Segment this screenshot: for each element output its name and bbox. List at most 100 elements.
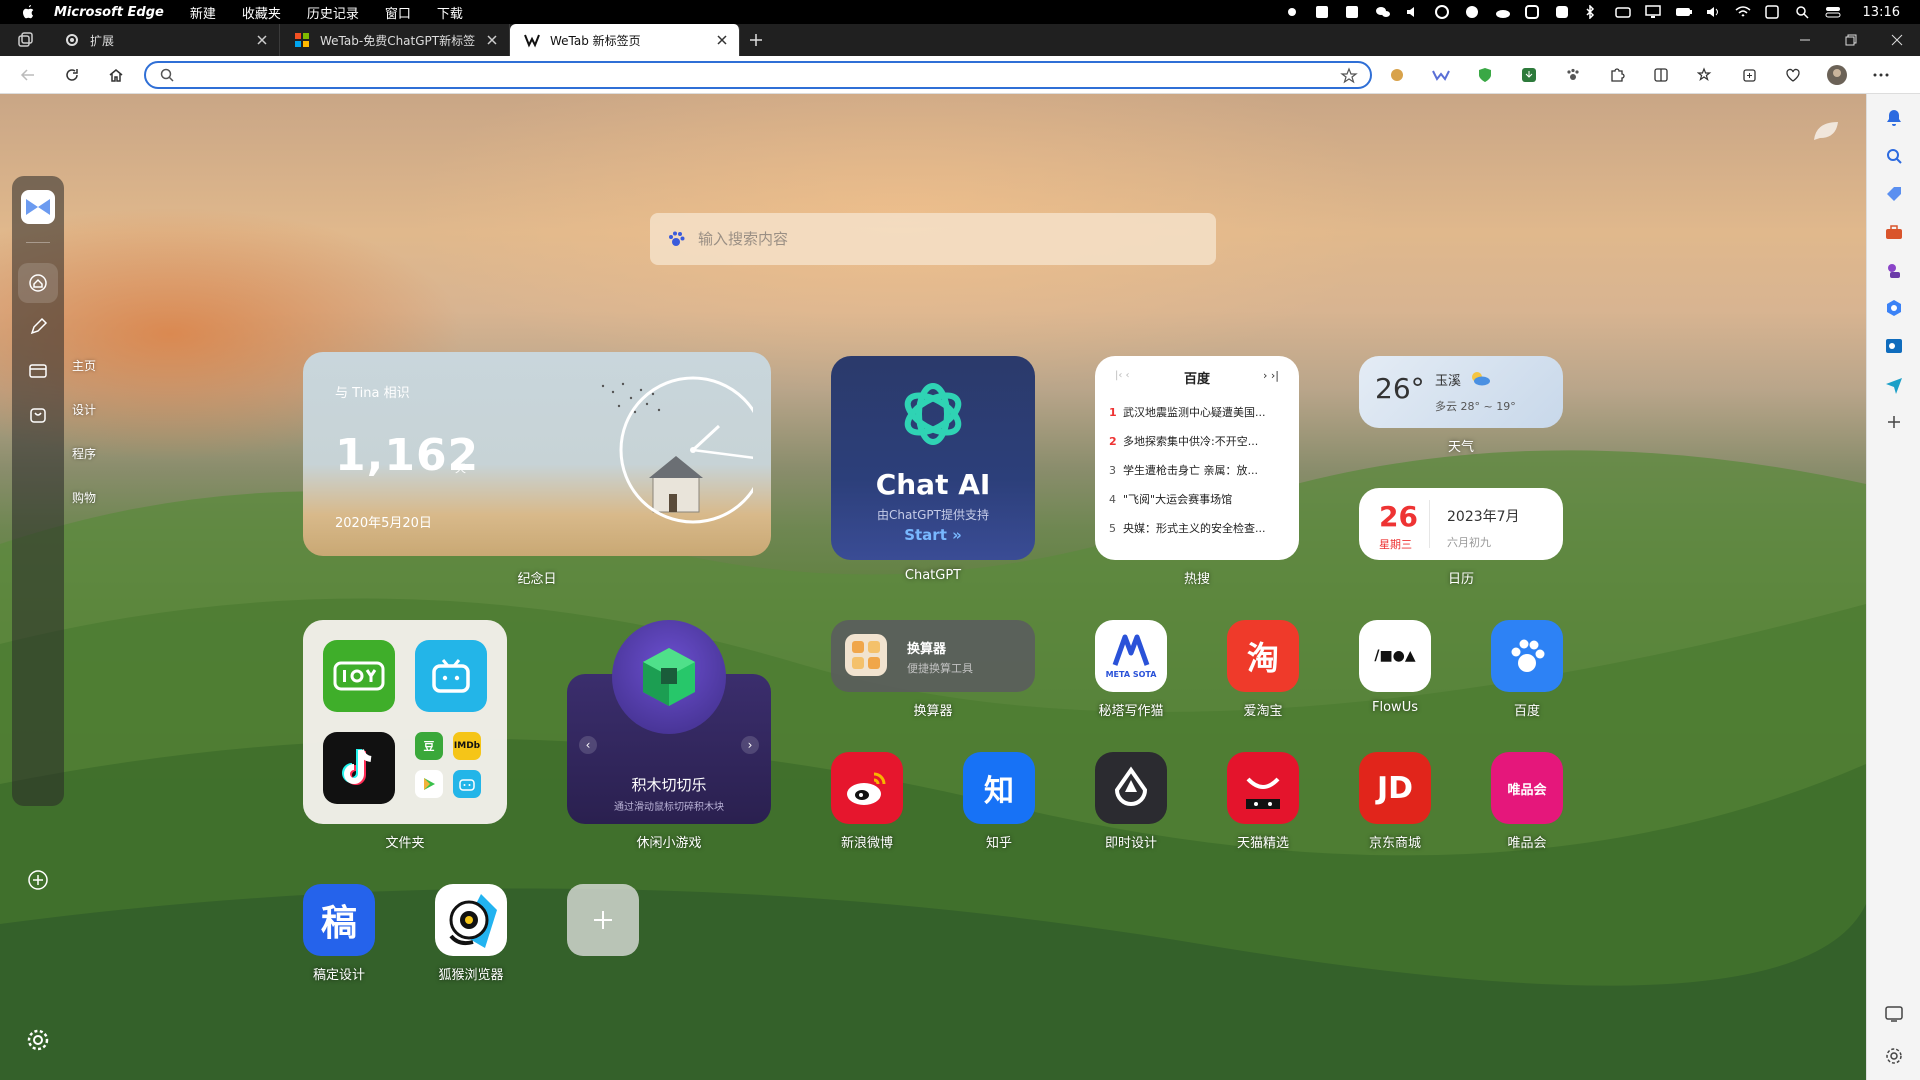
cookie-extension-icon[interactable] bbox=[1386, 64, 1408, 86]
spotlight-icon[interactable] bbox=[1795, 5, 1811, 19]
wallpaper-switch-icon[interactable] bbox=[1812, 120, 1840, 142]
close-window-button[interactable] bbox=[1874, 24, 1920, 56]
settings-gear-icon[interactable] bbox=[26, 1028, 50, 1052]
sidebar-item-home[interactable] bbox=[18, 263, 58, 303]
sidebar-label-code[interactable]: 程序 bbox=[72, 444, 96, 488]
close-icon[interactable] bbox=[485, 33, 499, 47]
volume-icon[interactable] bbox=[1705, 5, 1721, 19]
download-extension-icon[interactable] bbox=[1518, 64, 1540, 86]
shield-extension-icon[interactable] bbox=[1474, 64, 1496, 86]
restore-button[interactable] bbox=[1828, 24, 1874, 56]
add-app-button[interactable] bbox=[567, 884, 639, 956]
tab-extensions[interactable]: 扩展 bbox=[50, 24, 280, 56]
chatgpt-widget[interactable]: Chat AI 由ChatGPT提供支持 Start » bbox=[831, 356, 1035, 560]
favorites-icon[interactable] bbox=[1694, 64, 1716, 86]
douban-icon[interactable]: 豆 bbox=[415, 732, 443, 760]
folder-widget[interactable]: 豆 IMDb bbox=[303, 620, 507, 824]
tiktok-icon[interactable] bbox=[323, 732, 395, 804]
new-tab-button[interactable] bbox=[740, 24, 772, 56]
list-item[interactable]: 4 "飞阅"大运会赛事场馆 bbox=[1109, 493, 1289, 522]
clock[interactable]: 13:16 bbox=[1863, 5, 1900, 20]
status-app-icon[interactable] bbox=[1614, 5, 1631, 19]
record-icon[interactable] bbox=[1285, 5, 1301, 19]
address-bar[interactable] bbox=[144, 61, 1372, 89]
metasota-app-icon[interactable]: META SOTA bbox=[1095, 620, 1167, 692]
tab-wetab-newtab[interactable]: WeTab 新标签页 bbox=[510, 24, 740, 56]
weather-widget[interactable]: 26° 玉溪 多云 28° ~ 19° bbox=[1359, 356, 1563, 428]
menu-history[interactable]: 历史记录 bbox=[307, 3, 359, 22]
profile-avatar[interactable] bbox=[1826, 64, 1848, 86]
jishi-design-app-icon[interactable] bbox=[1095, 752, 1167, 824]
sidebar-label-shopping[interactable]: 购物 bbox=[72, 488, 96, 532]
menu-downloads[interactable]: 下载 bbox=[437, 3, 463, 22]
iqiyi-icon[interactable] bbox=[323, 640, 395, 712]
cloud-icon[interactable] bbox=[1495, 5, 1511, 19]
status-app-icon[interactable] bbox=[1345, 5, 1361, 19]
baidu-paw-icon[interactable] bbox=[666, 229, 686, 249]
vip-app-icon[interactable]: 唯品会 bbox=[1491, 752, 1563, 824]
minimize-button[interactable] bbox=[1782, 24, 1828, 56]
health-icon[interactable] bbox=[1782, 64, 1804, 86]
menu-window[interactable]: 窗口 bbox=[385, 3, 411, 22]
wetab-extension-icon[interactable] bbox=[1430, 64, 1452, 86]
baidu-app-icon[interactable] bbox=[1491, 620, 1563, 692]
outlook-icon[interactable] bbox=[1884, 336, 1904, 356]
more-menu-icon[interactable] bbox=[1870, 64, 1892, 86]
status-app-icon[interactable] bbox=[1524, 5, 1541, 19]
volume-icon[interactable] bbox=[1405, 5, 1421, 19]
favorite-star-icon[interactable] bbox=[1340, 67, 1358, 85]
calendar-widget[interactable]: 26 星期三 2023年7月 六月初九 bbox=[1359, 488, 1563, 560]
back-button[interactable] bbox=[10, 60, 46, 90]
converter-widget[interactable]: 换算器 便捷换算工具 bbox=[831, 620, 1035, 692]
list-item[interactable]: 1 武汉地震监测中心疑遭美国... bbox=[1109, 406, 1289, 435]
paw-extension-icon[interactable] bbox=[1562, 64, 1584, 86]
sidebar-item-design[interactable] bbox=[18, 307, 58, 347]
zhihu-app-icon[interactable]: 知 bbox=[963, 752, 1035, 824]
sidebar-label-home[interactable]: 主页 bbox=[72, 356, 96, 400]
weibo-app-icon[interactable] bbox=[831, 752, 903, 824]
battery-icon[interactable] bbox=[1675, 5, 1692, 19]
sidebar-label-design[interactable]: 设计 bbox=[72, 400, 96, 444]
vpn-icon[interactable] bbox=[1434, 5, 1451, 19]
chatgpt-start-link[interactable]: Start » bbox=[831, 526, 1035, 544]
settings-icon[interactable] bbox=[1884, 1046, 1904, 1066]
anniversary-widget[interactable]: 与 Tina 相识 1,162 天 2020年5月20日 bbox=[303, 352, 771, 556]
tmall-app-icon[interactable] bbox=[1227, 752, 1299, 824]
search-input[interactable] bbox=[698, 230, 1178, 248]
status-app-icon[interactable] bbox=[1315, 5, 1331, 19]
next-source-arrows[interactable]: › ›| bbox=[1263, 369, 1279, 382]
control-center-icon[interactable] bbox=[1825, 5, 1841, 19]
pen-icon[interactable] bbox=[1555, 5, 1571, 19]
imdb-icon[interactable]: IMDb bbox=[453, 732, 481, 760]
search-icon[interactable] bbox=[1884, 146, 1904, 166]
games-icon[interactable] bbox=[1884, 260, 1904, 280]
home-button[interactable] bbox=[98, 60, 134, 90]
bluetooth-icon[interactable] bbox=[1585, 4, 1601, 20]
puzzle-extensions-icon[interactable] bbox=[1606, 64, 1628, 86]
input-method-icon[interactable] bbox=[1764, 5, 1781, 19]
apple-icon[interactable] bbox=[20, 4, 36, 20]
bilibili-small-icon[interactable] bbox=[453, 770, 481, 798]
wetab-logo[interactable] bbox=[21, 190, 55, 224]
toolbox-icon[interactable] bbox=[1884, 222, 1904, 242]
sidebar-item-shopping[interactable] bbox=[18, 395, 58, 435]
steam-icon[interactable] bbox=[1465, 5, 1481, 19]
screenshot-icon[interactable] bbox=[1884, 1004, 1904, 1024]
flowus-app-icon[interactable]: /■●▲ bbox=[1359, 620, 1431, 692]
gaoding-app-icon[interactable]: 稿 bbox=[303, 884, 375, 956]
refresh-button[interactable] bbox=[54, 60, 90, 90]
jd-app-icon[interactable]: JD bbox=[1359, 752, 1431, 824]
notification-bell-icon[interactable] bbox=[1884, 108, 1904, 128]
split-screen-icon[interactable] bbox=[1650, 64, 1672, 86]
menu-new[interactable]: 新建 bbox=[190, 3, 216, 22]
display-icon[interactable] bbox=[1644, 5, 1661, 19]
list-item[interactable]: 2 多地探索集中供冷:不开空... bbox=[1109, 435, 1289, 464]
list-item[interactable]: 5 央媒：形式主义的安全检查... bbox=[1109, 522, 1289, 551]
taobao-app-icon[interactable]: 淘 bbox=[1227, 620, 1299, 692]
workspaces-icon[interactable] bbox=[0, 24, 50, 56]
block-cube-icon[interactable] bbox=[612, 620, 726, 734]
menu-favorites[interactable]: 收藏夹 bbox=[242, 3, 281, 22]
wifi-icon[interactable] bbox=[1735, 5, 1751, 19]
tag-icon[interactable] bbox=[1884, 184, 1904, 204]
next-game-arrow[interactable]: › bbox=[741, 736, 759, 754]
